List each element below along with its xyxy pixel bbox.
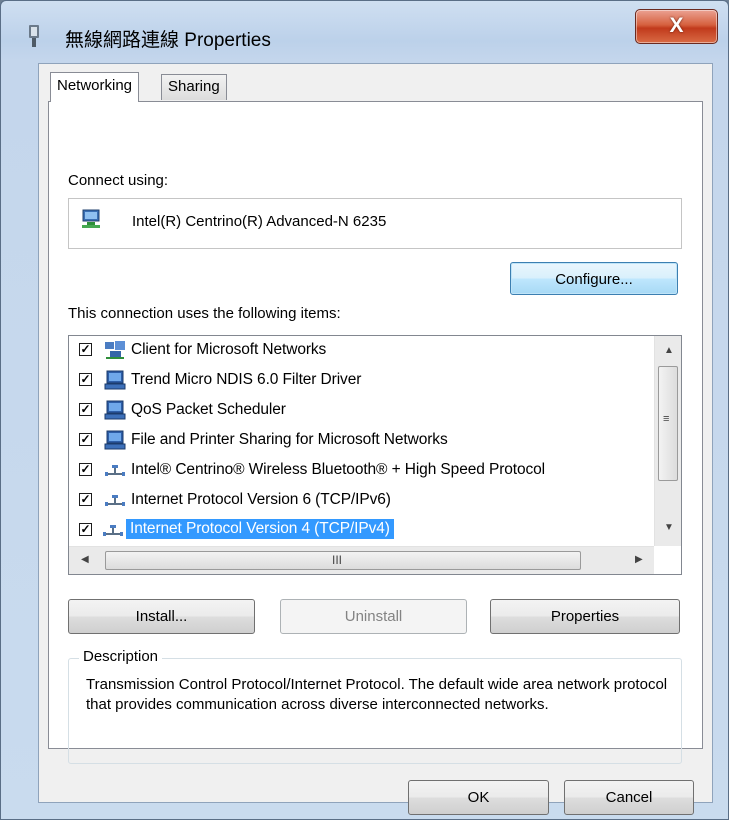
- item-label: File and Printer Sharing for Microsoft N…: [131, 431, 448, 448]
- adapter-field: Intel(R) Centrino(R) Advanced-N 6235: [68, 198, 682, 249]
- tab-sharing[interactable]: Sharing: [161, 74, 227, 100]
- horizontal-scroll-thumb[interactable]: III: [105, 551, 581, 570]
- service-computer-icon: [104, 430, 126, 450]
- scroll-up-icon[interactable]: ▲: [664, 345, 674, 356]
- dialog-client-area: Networking Sharing Connect using: Intel(…: [38, 63, 713, 815]
- properties-button[interactable]: Properties: [490, 599, 680, 634]
- list-item[interactable]: ✓ Internet Protocol Version 6 (TCP/IPv6): [69, 486, 644, 514]
- item-checkbox[interactable]: ✓: [79, 373, 92, 386]
- scroll-left-icon[interactable]: ◀: [81, 554, 89, 565]
- service-computer-icon: [104, 370, 126, 390]
- item-checkbox[interactable]: ✓: [79, 403, 92, 416]
- grip-icon: III: [332, 553, 343, 567]
- vertical-scroll-thumb[interactable]: ≡: [658, 366, 678, 481]
- list-item[interactable]: ✓ Internet Protocol Version 4 (TCP/IPv4): [69, 516, 644, 544]
- item-label: Internet Protocol Version 6 (TCP/IPv6): [131, 491, 391, 508]
- install-button[interactable]: Install...: [68, 599, 255, 634]
- description-legend: Description: [79, 648, 163, 665]
- items-label: This connection uses the following items…: [68, 305, 341, 322]
- list-item[interactable]: ✓ File and Printer Sharing for Microsoft…: [69, 426, 644, 454]
- networking-panel: Connect using: Intel(R) Centrino(R) Adva…: [48, 101, 703, 764]
- protocol-icon: [105, 495, 125, 506]
- ok-button[interactable]: OK: [408, 780, 549, 815]
- connect-using-label: Connect using:: [68, 172, 169, 189]
- close-button[interactable]: X: [635, 9, 718, 44]
- service-computer-icon: [104, 400, 126, 420]
- network-client-icon: [105, 341, 125, 359]
- network-adapter-icon: [82, 209, 100, 228]
- components-list[interactable]: ✓ Client for Microsoft Networks ✓ Trend …: [68, 335, 682, 575]
- scroll-right-icon[interactable]: ▶: [635, 554, 643, 565]
- protocol-icon: [103, 525, 123, 536]
- configure-button[interactable]: Configure...: [510, 262, 678, 295]
- title-bar[interactable]: 無線網路連線 Properties X: [1, 1, 728, 63]
- grip-icon: ≡: [663, 413, 670, 425]
- adapter-name: Intel(R) Centrino(R) Advanced-N 6235: [132, 213, 387, 230]
- item-checkbox[interactable]: ✓: [79, 463, 92, 476]
- item-label: QoS Packet Scheduler: [131, 401, 286, 418]
- window-title: 無線網路連線 Properties: [65, 30, 271, 51]
- item-checkbox[interactable]: ✓: [79, 493, 92, 506]
- uninstall-button: Uninstall: [280, 599, 467, 634]
- list-item[interactable]: ✓ Intel® Centrino® Wireless Bluetooth® +…: [69, 456, 644, 484]
- vertical-scrollbar[interactable]: ▲ ≡ ▼: [654, 336, 681, 546]
- item-label: Internet Protocol Version 4 (TCP/IPv4): [126, 519, 394, 539]
- tab-networking[interactable]: Networking: [50, 72, 140, 102]
- horizontal-scrollbar[interactable]: ◀ III ▶: [69, 546, 654, 574]
- description-text: Transmission Control Protocol/Internet P…: [86, 676, 668, 713]
- item-label: Trend Micro NDIS 6.0 Filter Driver: [131, 371, 362, 388]
- network-plug-icon: [29, 25, 39, 47]
- scroll-down-icon[interactable]: ▼: [664, 522, 674, 533]
- item-checkbox[interactable]: ✓: [79, 343, 92, 356]
- item-checkbox[interactable]: ✓: [79, 523, 92, 536]
- protocol-icon: [105, 465, 125, 476]
- cancel-button[interactable]: Cancel: [564, 780, 694, 815]
- list-item[interactable]: ✓ QoS Packet Scheduler: [69, 396, 644, 424]
- list-item[interactable]: ✓ Client for Microsoft Networks: [69, 336, 644, 364]
- item-label: Client for Microsoft Networks: [131, 341, 327, 358]
- properties-dialog: 無線網路連線 Properties X Networking Sharing C…: [0, 0, 729, 820]
- item-checkbox[interactable]: ✓: [79, 433, 92, 446]
- description-group: Description Transmission Control Protoco…: [68, 648, 682, 764]
- list-item[interactable]: ✓ Trend Micro NDIS 6.0 Filter Driver: [69, 366, 644, 394]
- item-label: Intel® Centrino® Wireless Bluetooth® + H…: [131, 461, 546, 478]
